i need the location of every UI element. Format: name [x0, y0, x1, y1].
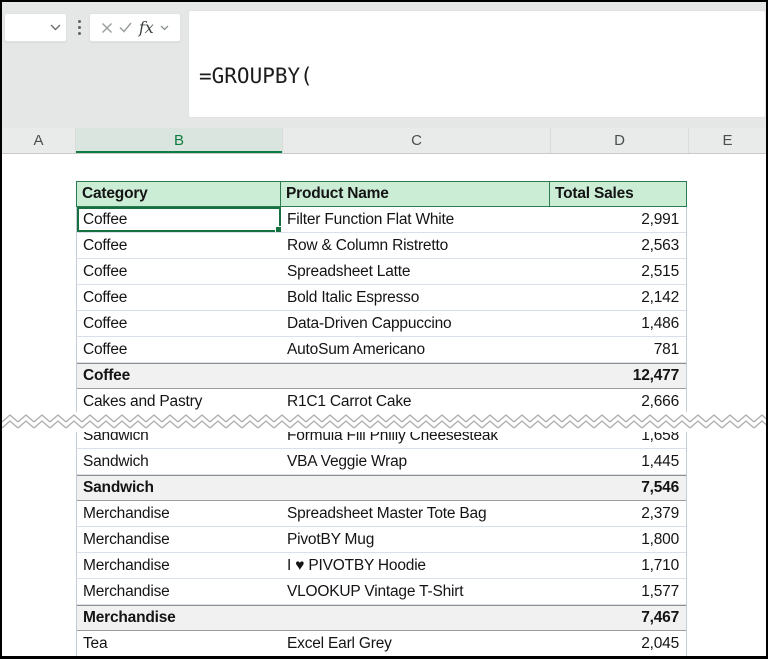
excel-window: fx =GROUPBY( CHOOSECOLS(tblSales,5,4), t… — [0, 0, 768, 659]
table-row: Tea Excel Earl Grey 2,045 — [77, 631, 686, 656]
table-row: Merchandise VLOOKUP Vintage T-Shirt 1,57… — [77, 579, 686, 605]
total-cell[interactable]: 2,515 — [550, 259, 686, 284]
category-cell[interactable]: Merchandise — [77, 527, 281, 552]
category-cell[interactable]: Merchandise — [77, 553, 281, 578]
product-cell[interactable]: PivotBY Mug — [281, 527, 550, 552]
enter-check-icon[interactable] — [119, 22, 132, 33]
category-cell[interactable]: Sandwich — [77, 476, 281, 500]
table-row: Merchandise Spreadsheet Master Tote Bag … — [77, 501, 686, 527]
category-cell[interactable]: Coffee — [77, 311, 281, 336]
product-cell[interactable] — [281, 476, 550, 500]
category-cell[interactable]: Merchandise — [77, 501, 281, 526]
total-cell[interactable]: 1,577 — [550, 579, 686, 604]
subtotal-row: Coffee 12,477 — [77, 363, 686, 389]
total-cell[interactable]: 2,991 — [550, 207, 686, 232]
total-cell[interactable]: 2,666 — [550, 389, 686, 414]
category-cell[interactable]: Coffee — [77, 285, 281, 310]
insert-function-icon[interactable]: fx — [139, 19, 154, 36]
total-cell[interactable]: 2,563 — [550, 233, 686, 258]
table-row: Coffee AutoSum Americano 781 — [77, 337, 686, 363]
formula-line: =GROUPBY( — [199, 64, 313, 88]
formula-toolbar: fx — [89, 13, 181, 42]
total-cell[interactable]: 2,379 — [550, 501, 686, 526]
name-box[interactable] — [4, 13, 67, 42]
category-cell[interactable]: Sandwich — [77, 423, 281, 448]
product-cell[interactable]: I ♥ PIVOTBY Hoodie — [281, 553, 550, 578]
category-cell[interactable]: Coffee — [77, 233, 281, 258]
table-row: Sandwich Formula Fill Philly Cheesesteak… — [77, 423, 686, 449]
subtotal-row: Merchandise 7,467 — [77, 605, 686, 631]
column-header-b[interactable]: B — [76, 128, 283, 153]
product-cell[interactable]: Spreadsheet Master Tote Bag — [281, 501, 550, 526]
table-body: Coffee Filter Function Flat White 2,991 … — [76, 207, 687, 656]
total-cell[interactable]: 7,467 — [550, 606, 686, 630]
category-cell[interactable]: Cakes and Pastry — [77, 389, 281, 414]
category-cell[interactable]: Coffee — [77, 364, 281, 388]
product-cell[interactable]: Bold Italic Espresso — [281, 285, 550, 310]
category-cell[interactable]: Coffee — [77, 259, 281, 284]
product-cell[interactable]: VBA Veggie Wrap — [281, 449, 550, 474]
table-row: Coffee Spreadsheet Latte 2,515 — [77, 259, 686, 285]
header-total-sales[interactable]: Total Sales — [550, 182, 686, 206]
table-row: Coffee Data-Driven Cappuccino 1,486 — [77, 311, 686, 337]
category-cell[interactable]: Coffee — [77, 337, 281, 362]
subtotal-row: Sandwich 7,546 — [77, 475, 686, 501]
total-cell[interactable]: 12,477 — [550, 364, 686, 388]
product-cell[interactable]: R1C1 Carrot Cake — [281, 389, 550, 414]
total-cell[interactable]: 1,710 — [550, 553, 686, 578]
formula-bar-chrome: fx =GROUPBY( CHOOSECOLS(tblSales,5,4), t… — [2, 2, 766, 128]
cancel-icon[interactable] — [101, 22, 113, 34]
category-cell[interactable]: Merchandise — [77, 579, 281, 604]
category-cell[interactable]: Tea — [77, 631, 281, 656]
table-row: Merchandise PivotBY Mug 1,800 — [77, 527, 686, 553]
product-cell[interactable]: Filter Function Flat White — [281, 207, 550, 232]
category-cell[interactable]: Merchandise — [77, 606, 281, 630]
table-row: Coffee Row & Column Ristretto 2,563 — [77, 233, 686, 259]
column-header-c[interactable]: C — [283, 128, 551, 153]
formula-bar-input[interactable]: =GROUPBY( CHOOSECOLS(tblSales,5,4), tblS… — [188, 10, 766, 118]
product-cell[interactable]: AutoSum Americano — [281, 337, 550, 362]
table-header-row: Category Product Name Total Sales — [76, 181, 687, 207]
total-cell[interactable]: 2,045 — [550, 631, 686, 656]
column-header-strip: A B C D E — [2, 128, 766, 154]
total-cell[interactable]: 7,546 — [550, 476, 686, 500]
product-cell[interactable]: Excel Earl Grey — [281, 631, 550, 656]
total-cell[interactable]: 781 — [550, 337, 686, 362]
product-cell[interactable] — [281, 606, 550, 630]
total-cell[interactable]: 1,445 — [550, 449, 686, 474]
column-header-d[interactable]: D — [551, 128, 689, 153]
hidden-rows-gap — [77, 415, 686, 423]
category-cell-selected[interactable]: Coffee — [77, 207, 281, 232]
table-row: Merchandise I ♥ PIVOTBY Hoodie 1,710 — [77, 553, 686, 579]
table-row: Cakes and Pastry R1C1 Carrot Cake 2,666 — [77, 389, 686, 415]
total-cell[interactable]: 1,800 — [550, 527, 686, 552]
product-cell[interactable]: Row & Column Ristretto — [281, 233, 550, 258]
product-cell[interactable]: Formula Fill Philly Cheesesteak — [281, 423, 550, 448]
header-product-name[interactable]: Product Name — [281, 182, 550, 206]
groupby-result-table: Category Product Name Total Sales Coffee… — [76, 181, 687, 656]
total-cell[interactable]: 1,658 — [550, 423, 686, 448]
table-row: Coffee Filter Function Flat White 2,991 — [77, 207, 686, 233]
column-header-e[interactable]: E — [689, 128, 766, 153]
chevron-down-icon[interactable] — [50, 24, 61, 31]
kebab-separator-icon[interactable] — [73, 13, 85, 42]
total-cell[interactable]: 1,486 — [550, 311, 686, 336]
column-header-a[interactable]: A — [2, 128, 76, 153]
total-cell[interactable]: 2,142 — [550, 285, 686, 310]
table-row: Sandwich VBA Veggie Wrap 1,445 — [77, 449, 686, 475]
category-cell[interactable]: Sandwich — [77, 449, 281, 474]
product-cell[interactable]: Spreadsheet Latte — [281, 259, 550, 284]
chevron-down-icon[interactable] — [160, 25, 169, 31]
table-row: Coffee Bold Italic Espresso 2,142 — [77, 285, 686, 311]
product-cell[interactable]: Data-Driven Cappuccino — [281, 311, 550, 336]
product-cell[interactable]: VLOOKUP Vintage T-Shirt — [281, 579, 550, 604]
header-category[interactable]: Category — [77, 182, 281, 206]
product-cell[interactable] — [281, 364, 550, 388]
